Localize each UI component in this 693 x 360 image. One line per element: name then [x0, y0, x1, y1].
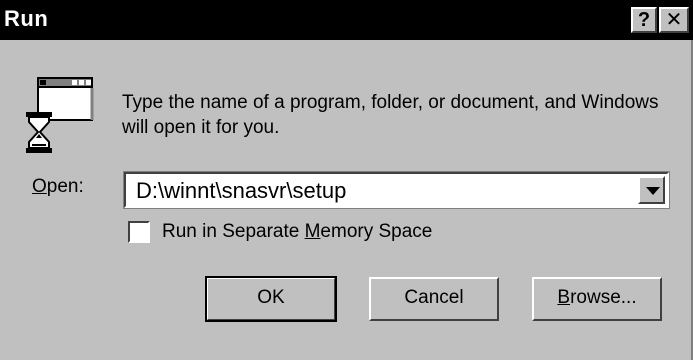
open-input[interactable]: D:\winnt\snasvr\setup: [136, 178, 346, 204]
run-program-icon: [26, 77, 94, 153]
separate-memory-label-pre: Run in Separate: [162, 221, 305, 242]
browse-button[interactable]: Browse...: [532, 277, 662, 321]
dropdown-arrow-icon: [646, 187, 660, 195]
ok-button[interactable]: OK: [205, 276, 337, 322]
help-button[interactable]: ?: [631, 7, 657, 33]
window-title: Run: [4, 6, 49, 31]
open-label-accel: O: [32, 176, 47, 197]
open-label-text: pen:: [46, 176, 84, 197]
cancel-button[interactable]: Cancel: [369, 277, 499, 321]
close-icon: ✕: [665, 9, 683, 31]
separate-memory-label-accel: M: [304, 221, 321, 242]
open-combobox[interactable]: D:\winnt\snasvr\setup: [123, 171, 670, 209]
separate-memory-label-post: emory Space: [320, 221, 433, 242]
open-label: Open:: [32, 176, 84, 198]
dropdown-button[interactable]: [638, 176, 665, 204]
run-dialog: Run ? ✕ Type the name of a program, fold…: [0, 0, 693, 360]
dialog-prompt: Type the name of a program, folder, or d…: [122, 92, 659, 138]
title-bar[interactable]: Run ? ✕: [0, 0, 693, 40]
browse-button-accel: B: [557, 287, 571, 308]
close-button[interactable]: ✕: [659, 7, 689, 33]
separate-memory-label[interactable]: Run in Separate Memory Space: [162, 221, 432, 243]
browse-button-text: rowse...: [570, 287, 637, 308]
separate-memory-checkbox[interactable]: [128, 221, 150, 243]
